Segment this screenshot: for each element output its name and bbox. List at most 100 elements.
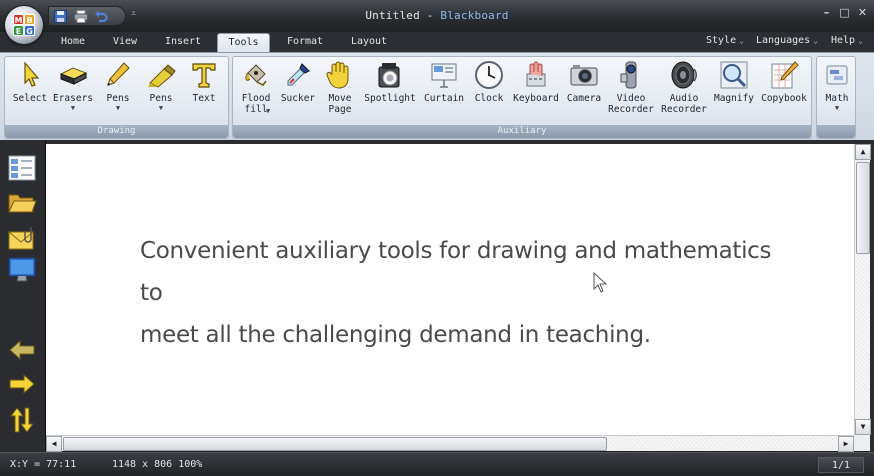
copybook-tool-button[interactable]: Copybook [758,60,810,104]
page-indicator[interactable]: 1/1 [818,457,864,473]
ribbon: Select Erasers ▼ Pens ▼ Pens ▼ Text Draw… [0,52,874,140]
document-canvas[interactable]: Convenient auxiliary tools for drawing a… [46,144,854,435]
chevron-down-icon: ▼ [70,104,76,112]
left-toolbar [0,140,46,452]
horizontal-scrollbar[interactable]: ◀ ▶ [46,435,854,452]
magnify-tool-button[interactable]: Magnify [711,60,757,104]
video-recorder-icon [616,60,646,90]
scroll-right-button[interactable]: ▶ [838,436,854,452]
scroll-corner [854,435,870,451]
document-title: Untitled [365,9,420,22]
next-page-button[interactable] [6,370,38,398]
canvas-border [870,140,874,452]
vertical-scrollbar[interactable]: ▲ ▼ [854,144,871,435]
math-icon [822,60,852,90]
chevron-down-icon: ▼ [266,107,271,115]
text-tool-button[interactable]: Text [185,60,223,104]
math-tool-button[interactable]: Math ▼ [818,60,856,113]
tab-view[interactable]: View [104,33,146,52]
chevron-down-icon: ▼ [834,104,840,112]
title-bar: ⩡ Untitled - Blackboard – □ ✕ [0,0,874,32]
canvas-size-zoom: 1148 x 806 100% [112,459,203,470]
spotlight-icon [375,60,405,90]
chevron-down-icon: ⌄ [739,36,744,45]
scroll-up-button[interactable]: ▲ [855,144,871,160]
swap-page-button[interactable] [6,406,38,434]
open-button[interactable] [6,188,38,216]
paint-bucket-icon [241,60,271,90]
flood-fill-tool-button[interactable]: Flood fill ▼ [236,60,276,115]
open-folder-icon [8,194,37,213]
audio-recorder-tool-button[interactable]: Audio Recorder [659,60,709,115]
document-line: meet all the challenging demand in teach… [140,322,651,348]
maximize-button[interactable]: □ [839,7,850,18]
group-label-math [817,125,855,138]
back-arrow-icon [9,339,35,361]
page-list-icon [8,155,36,181]
scroll-left-button[interactable]: ◀ [46,436,62,452]
status-bar: X:Y = 77:11 1148 x 806 100% 1/1 [0,452,874,476]
ribbon-group-auxiliary: Flood fill ▼ Sucker Move Page Spotlight [232,56,812,139]
video-recorder-tool-button[interactable]: Video Recorder [605,60,657,115]
previous-page-button[interactable] [6,336,38,364]
minimize-button[interactable]: – [821,7,832,18]
highlighter-icon [146,60,176,90]
highlighter-tool-button[interactable]: Pens ▼ [143,60,179,113]
languages-menu[interactable]: Languages ⌄ [756,35,818,46]
keyboard-icon [521,60,551,90]
window-title: Untitled - Blackboard [365,9,509,22]
swap-arrows-icon [10,407,34,433]
forward-arrow-icon [9,373,35,395]
vertical-scroll-thumb[interactable] [856,162,870,254]
spotlight-tool-button[interactable]: Spotlight [363,60,417,104]
scroll-down-button[interactable]: ▼ [855,419,871,435]
ribbon-tab-row: Home View Insert Tools Format Layout Sty… [0,32,874,52]
mouse-cursor-icon [593,272,608,293]
tab-tools[interactable]: Tools [217,33,270,52]
group-label-drawing: Drawing [5,125,228,138]
style-menu[interactable]: Style ⌄ [706,35,744,46]
speaker-icon [669,60,699,90]
curtain-tool-button[interactable]: Curtain [421,60,467,104]
camera-tool-button[interactable]: Camera [563,60,605,104]
move-page-tool-button[interactable]: Move Page [321,60,359,115]
tab-home[interactable]: Home [53,33,93,52]
tab-layout[interactable]: Layout [343,33,395,52]
chevron-down-icon: ⌄ [813,36,819,45]
chevron-down-icon: ▼ [158,104,164,112]
mail-button[interactable] [6,224,38,252]
keyboard-tool-button[interactable]: Keyboard [511,60,561,104]
document-text[interactable]: Convenient auxiliary tools for drawing a… [140,230,800,356]
camera-icon [569,60,599,90]
eraser-icon [58,60,88,90]
curtain-icon [429,60,459,90]
window-controls: – □ ✕ [821,7,868,18]
tab-format[interactable]: Format [280,33,330,52]
display-button[interactable] [6,256,38,284]
clock-tool-button[interactable]: Clock [469,60,509,104]
arrow-cursor-icon [15,60,45,90]
eyedropper-icon [283,60,313,90]
magnifier-icon [719,60,749,90]
close-button[interactable]: ✕ [857,7,868,18]
cursor-coordinates: X:Y = 77:11 [10,459,77,470]
tab-insert[interactable]: Insert [158,33,208,52]
app-logo-icon: M B E G [13,14,35,36]
select-tool-button[interactable]: Select [10,60,50,104]
pencil-icon [103,60,133,90]
ribbon-group-drawing: Select Erasers ▼ Pens ▼ Pens ▼ Text Draw… [4,56,229,139]
chevron-down-icon: ⌄ [858,36,863,45]
app-title: Blackboard [440,9,509,22]
monitor-icon [8,257,36,282]
help-menu[interactable]: Help ⌄ [831,35,863,46]
sucker-tool-button[interactable]: Sucker [278,60,318,104]
page-list-button[interactable] [6,154,38,182]
group-label-auxiliary: Auxiliary [233,125,811,138]
copybook-icon [769,60,799,90]
text-t-icon [189,60,219,90]
pens-tool-button[interactable]: Pens ▼ [100,60,136,113]
application-menu-button[interactable]: M B E G [5,6,43,44]
erasers-tool-button[interactable]: Erasers ▼ [51,60,95,113]
document-line: Convenient auxiliary tools for drawing a… [140,238,772,306]
horizontal-scroll-thumb[interactable] [63,437,607,451]
